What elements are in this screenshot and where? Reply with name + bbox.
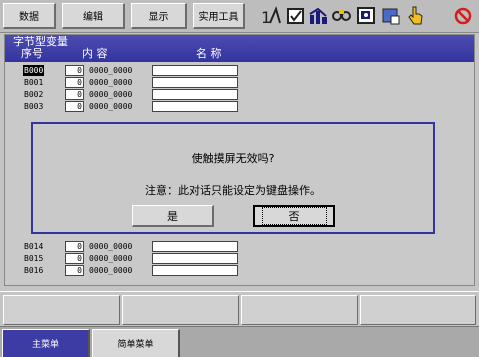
- panel-header: 字节型变量 序号 内 容 名 称: [5, 35, 474, 62]
- table-row[interactable]: B014 0 0000_0000: [5, 241, 305, 252]
- no-button[interactable]: 否: [253, 205, 335, 227]
- svg-text:1: 1: [261, 8, 271, 27]
- display-window-icon[interactable]: [355, 5, 377, 27]
- dialog-message: 使触摸屏无效吗?: [191, 152, 275, 165]
- table-row[interactable]: B003 0 0000_0000: [5, 101, 305, 112]
- menu-display-button[interactable]: 显示: [131, 3, 187, 29]
- disable-touch-dialog: 使触摸屏无效吗? 注意：此对话只能设定为键盘操作。 是 否: [31, 122, 435, 234]
- tab-main-menu[interactable]: 主菜单: [2, 329, 90, 357]
- menu-data-button[interactable]: 数据: [3, 3, 56, 29]
- job-selection-icon[interactable]: 1: [260, 5, 282, 27]
- row-id: B002: [24, 90, 44, 99]
- value-field[interactable]: 0: [65, 89, 84, 100]
- menu-edit-button[interactable]: 编辑: [62, 3, 125, 29]
- table-row[interactable]: B001 0 0000_0000: [5, 77, 305, 88]
- value-field[interactable]: 0: [65, 253, 84, 264]
- row-id: B016: [24, 266, 44, 275]
- row-id: B003: [24, 102, 44, 111]
- table-row[interactable]: B015 0 0000_0000: [5, 253, 305, 264]
- tab-simple-menu[interactable]: 简单菜单: [92, 329, 180, 357]
- yes-button[interactable]: 是: [132, 205, 214, 227]
- name-field[interactable]: [152, 241, 238, 252]
- value-field[interactable]: 0: [65, 101, 84, 112]
- row-id: B014: [24, 242, 44, 251]
- name-field[interactable]: [152, 265, 238, 276]
- column-header-number: 序号: [21, 47, 43, 60]
- top-menu-bar: 数据 编辑 显示 实用工具 1: [0, 0, 479, 33]
- soft-key-3[interactable]: [241, 295, 358, 325]
- binary-value: 0000_0000: [89, 78, 133, 87]
- soft-key-bar: [0, 291, 479, 325]
- column-header-name: 名 称: [196, 47, 222, 60]
- name-field[interactable]: [152, 101, 238, 112]
- check-box-icon[interactable]: [285, 5, 307, 27]
- no-button-label: 否: [261, 207, 327, 225]
- row-id: B000: [23, 65, 45, 76]
- table-row[interactable]: B016 0 0000_0000: [5, 265, 305, 276]
- value-field[interactable]: 0: [65, 265, 84, 276]
- soft-key-1[interactable]: [3, 295, 120, 325]
- row-id: B015: [24, 254, 44, 263]
- binary-value: 0000_0000: [89, 242, 133, 251]
- dialog-note: 注意：此对话只能设定为键盘操作。: [145, 184, 321, 197]
- binary-value: 0000_0000: [89, 90, 133, 99]
- name-field[interactable]: [152, 253, 238, 264]
- soft-key-4[interactable]: [360, 295, 476, 325]
- screen-layout-icon[interactable]: [380, 5, 402, 27]
- soft-key-2[interactable]: [122, 295, 239, 325]
- row-id: B001: [24, 78, 44, 87]
- chart-icon[interactable]: [308, 5, 330, 27]
- bottom-tab-bar: 主菜单 简单菜单: [0, 326, 479, 357]
- value-field[interactable]: 0: [65, 65, 84, 76]
- name-field[interactable]: [152, 65, 238, 76]
- name-field[interactable]: [152, 77, 238, 88]
- table-row[interactable]: B000 0 0000_0000: [5, 65, 305, 76]
- table-row[interactable]: B002 0 0000_0000: [5, 89, 305, 100]
- value-field[interactable]: 0: [65, 77, 84, 88]
- binary-value: 0000_0000: [89, 254, 133, 263]
- name-field[interactable]: [152, 89, 238, 100]
- prohibit-icon[interactable]: [452, 5, 474, 27]
- binary-value: 0000_0000: [89, 66, 133, 75]
- binary-value: 0000_0000: [89, 102, 133, 111]
- touch-hand-icon[interactable]: [404, 5, 426, 27]
- value-field[interactable]: 0: [65, 241, 84, 252]
- tool-link-icon[interactable]: [331, 5, 353, 27]
- menu-utility-button[interactable]: 实用工具: [193, 3, 245, 29]
- column-header-content: 内 容: [82, 47, 108, 60]
- binary-value: 0000_0000: [89, 266, 133, 275]
